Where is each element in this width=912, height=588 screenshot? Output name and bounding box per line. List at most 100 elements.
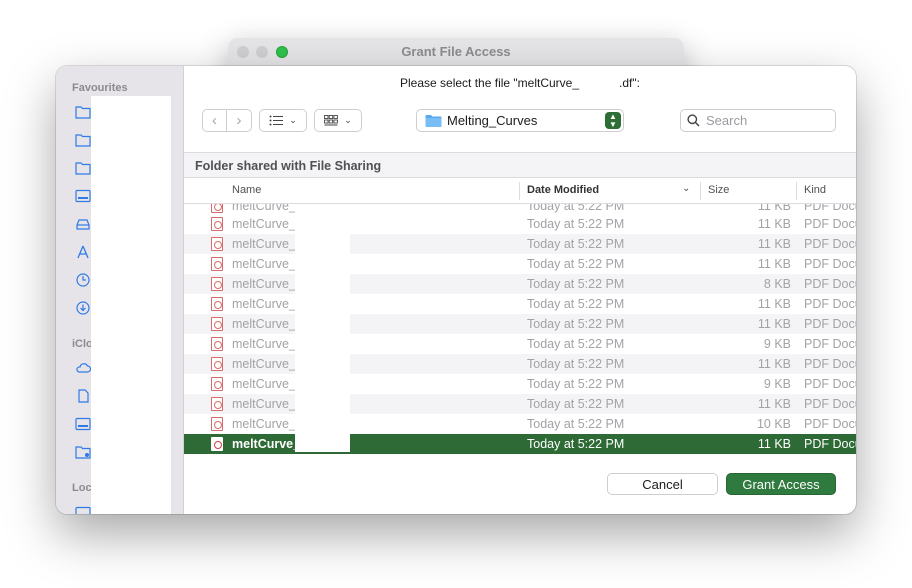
column-header: Name Date Modified ⌄ Size Kind [184, 178, 856, 204]
table-row[interactable]: meltCurve_ .pdf Today at 5:22 PM 8 KB PD… [184, 274, 856, 294]
folder-location-popup[interactable]: Melting_Curves ▲ ▼ [416, 109, 624, 132]
file-kind: PDF Docu [804, 417, 856, 431]
file-date: Today at 5:22 PM [527, 377, 625, 391]
folder-icon[interactable] [75, 133, 91, 147]
file-kind: PDF Docu [804, 437, 856, 451]
computer-icon[interactable] [75, 506, 91, 514]
column-divider[interactable] [519, 182, 520, 200]
chevron-down-icon: ⌄ [344, 115, 352, 125]
group-view-button[interactable]: ⌄ [314, 109, 362, 132]
shared-folder-icon[interactable] [75, 445, 91, 459]
search-icon [687, 114, 700, 127]
file-date: Today at 5:22 PM [527, 357, 625, 371]
file-size: 11 KB [757, 397, 791, 411]
redaction-block [295, 206, 350, 452]
file-size: 11 KB [757, 297, 791, 311]
column-divider[interactable] [796, 182, 797, 200]
navigation-buttons: ‹ › [202, 109, 252, 132]
sidebar: Favourites iClo Loc [56, 66, 184, 514]
pdf-file-icon [211, 237, 223, 251]
folder-icon[interactable] [75, 105, 91, 119]
table-row[interactable]: meltCurve_ .pdf Today at 5:22 PM 11 KB P… [184, 214, 856, 234]
table-row[interactable]: meltCurve_ df Today at 5:22 PM 9 KB PDF … [184, 334, 856, 354]
column-divider[interactable] [700, 182, 701, 200]
file-kind: PDF Docu [804, 237, 856, 251]
redaction-block [91, 96, 171, 514]
cancel-button[interactable]: Cancel [607, 473, 718, 495]
column-kind[interactable]: Kind [804, 184, 826, 196]
file-name: meltCurve_ [232, 204, 296, 213]
file-open-sheet: Favourites iClo Loc Please select the fi… [56, 66, 856, 514]
sidebar-locations-header: Loc [72, 482, 92, 494]
file-size: 10 KB [756, 417, 791, 431]
file-date: Today at 5:22 PM [527, 397, 625, 411]
file-kind: PDF Docu [804, 357, 856, 371]
file-date: Today at 5:22 PM [527, 337, 625, 351]
table-row[interactable]: meltCurve_ pdf Today at 5:22 PM 11 KB PD… [184, 234, 856, 254]
file-size: 11 KB [757, 437, 791, 451]
downloads-icon[interactable] [75, 301, 91, 315]
sort-chevron-down-icon: ⌄ [682, 183, 691, 194]
pdf-file-icon [211, 377, 223, 391]
applications-icon[interactable] [75, 245, 91, 259]
table-row[interactable]: meltCurve_ pdf Today at 5:22 PM 9 KB PDF… [184, 374, 856, 394]
file-kind: PDF Docu [804, 397, 856, 411]
search-field[interactable] [680, 109, 836, 132]
pdf-file-icon [211, 437, 223, 451]
file-size: 8 KB [763, 277, 791, 291]
desktop-icon[interactable] [75, 189, 91, 203]
file-date: Today at 5:22 PM [527, 297, 625, 311]
document-icon[interactable] [75, 389, 91, 403]
file-date: Today at 5:22 PM [527, 277, 625, 291]
file-size: 11 KB [757, 237, 791, 251]
table-row[interactable]: meltCurve_ .pdf Today at 5:22 PM 11 KB P… [184, 294, 856, 314]
folder-icon [425, 114, 442, 127]
table-row[interactable]: meltCurve_ pdf Today at 5:22 PM 11 KB PD… [184, 254, 856, 274]
list-view-button[interactable]: ⌄ [259, 109, 307, 132]
file-size: 9 KB [763, 337, 791, 351]
sidebar-icloud-header: iClo [72, 338, 93, 350]
window-title: Grant File Access [401, 44, 511, 59]
pdf-file-icon [211, 317, 223, 331]
chevron-down-icon: ⌄ [289, 115, 297, 125]
chevron-left-icon: ‹ [212, 112, 217, 129]
file-date: Today at 5:22 PM [527, 317, 625, 331]
pdf-file-icon [211, 417, 223, 431]
file-date: Today at 5:22 PM [527, 217, 625, 231]
file-size: 11 KB [757, 204, 791, 213]
table-row[interactable]: meltCurve_ pdf Today at 5:22 PM 10 KB PD… [184, 414, 856, 434]
main-pane: Please select the file "meltCurve_ .df":… [184, 66, 856, 514]
table-row[interactable]: meltCurve_ pdf Today at 5:22 PM 11 KB PD… [184, 394, 856, 414]
file-kind: PDF Docu [804, 204, 856, 213]
back-button[interactable]: ‹ [203, 110, 228, 131]
file-kind: PDF Docu [804, 297, 856, 311]
forward-button[interactable]: › [227, 110, 251, 131]
column-name[interactable]: Name [232, 184, 261, 196]
table-row[interactable]: meltCurve_ pdf Today at 5:22 PM 11 KB PD… [184, 354, 856, 374]
file-kind: PDF Docu [804, 257, 856, 271]
drive-icon[interactable] [75, 217, 91, 231]
file-size: 11 KB [757, 357, 791, 371]
search-input[interactable] [706, 113, 826, 128]
table-row-selected[interactable]: meltCurve_ pdf Today at 5:22 PM 11 KB PD… [184, 434, 856, 454]
sidebar-favourites-header: Favourites [72, 82, 128, 94]
desktop-icon[interactable] [75, 417, 91, 431]
pdf-file-icon [211, 357, 223, 371]
pdf-file-icon [211, 257, 223, 271]
folder-icon[interactable] [75, 161, 91, 175]
chevron-right-icon: › [236, 112, 242, 129]
folder-name: Melting_Curves [447, 113, 538, 128]
column-date-modified[interactable]: Date Modified [527, 184, 599, 196]
grant-access-button[interactable]: Grant Access [726, 473, 836, 495]
pdf-file-icon [211, 217, 223, 231]
cloud-icon[interactable] [75, 361, 91, 375]
column-size[interactable]: Size [708, 184, 729, 196]
file-size: 11 KB [757, 217, 791, 231]
file-size: 11 KB [757, 317, 791, 331]
pdf-file-icon [211, 337, 223, 351]
table-row[interactable]: meltCurve_ pdf Today at 5:22 PM 11 KB PD… [184, 314, 856, 334]
list-icon [269, 115, 284, 126]
recents-icon[interactable] [75, 273, 91, 287]
dialog-prompt: Please select the file "meltCurve_ .df": [400, 76, 640, 90]
grid-icon [324, 115, 339, 126]
